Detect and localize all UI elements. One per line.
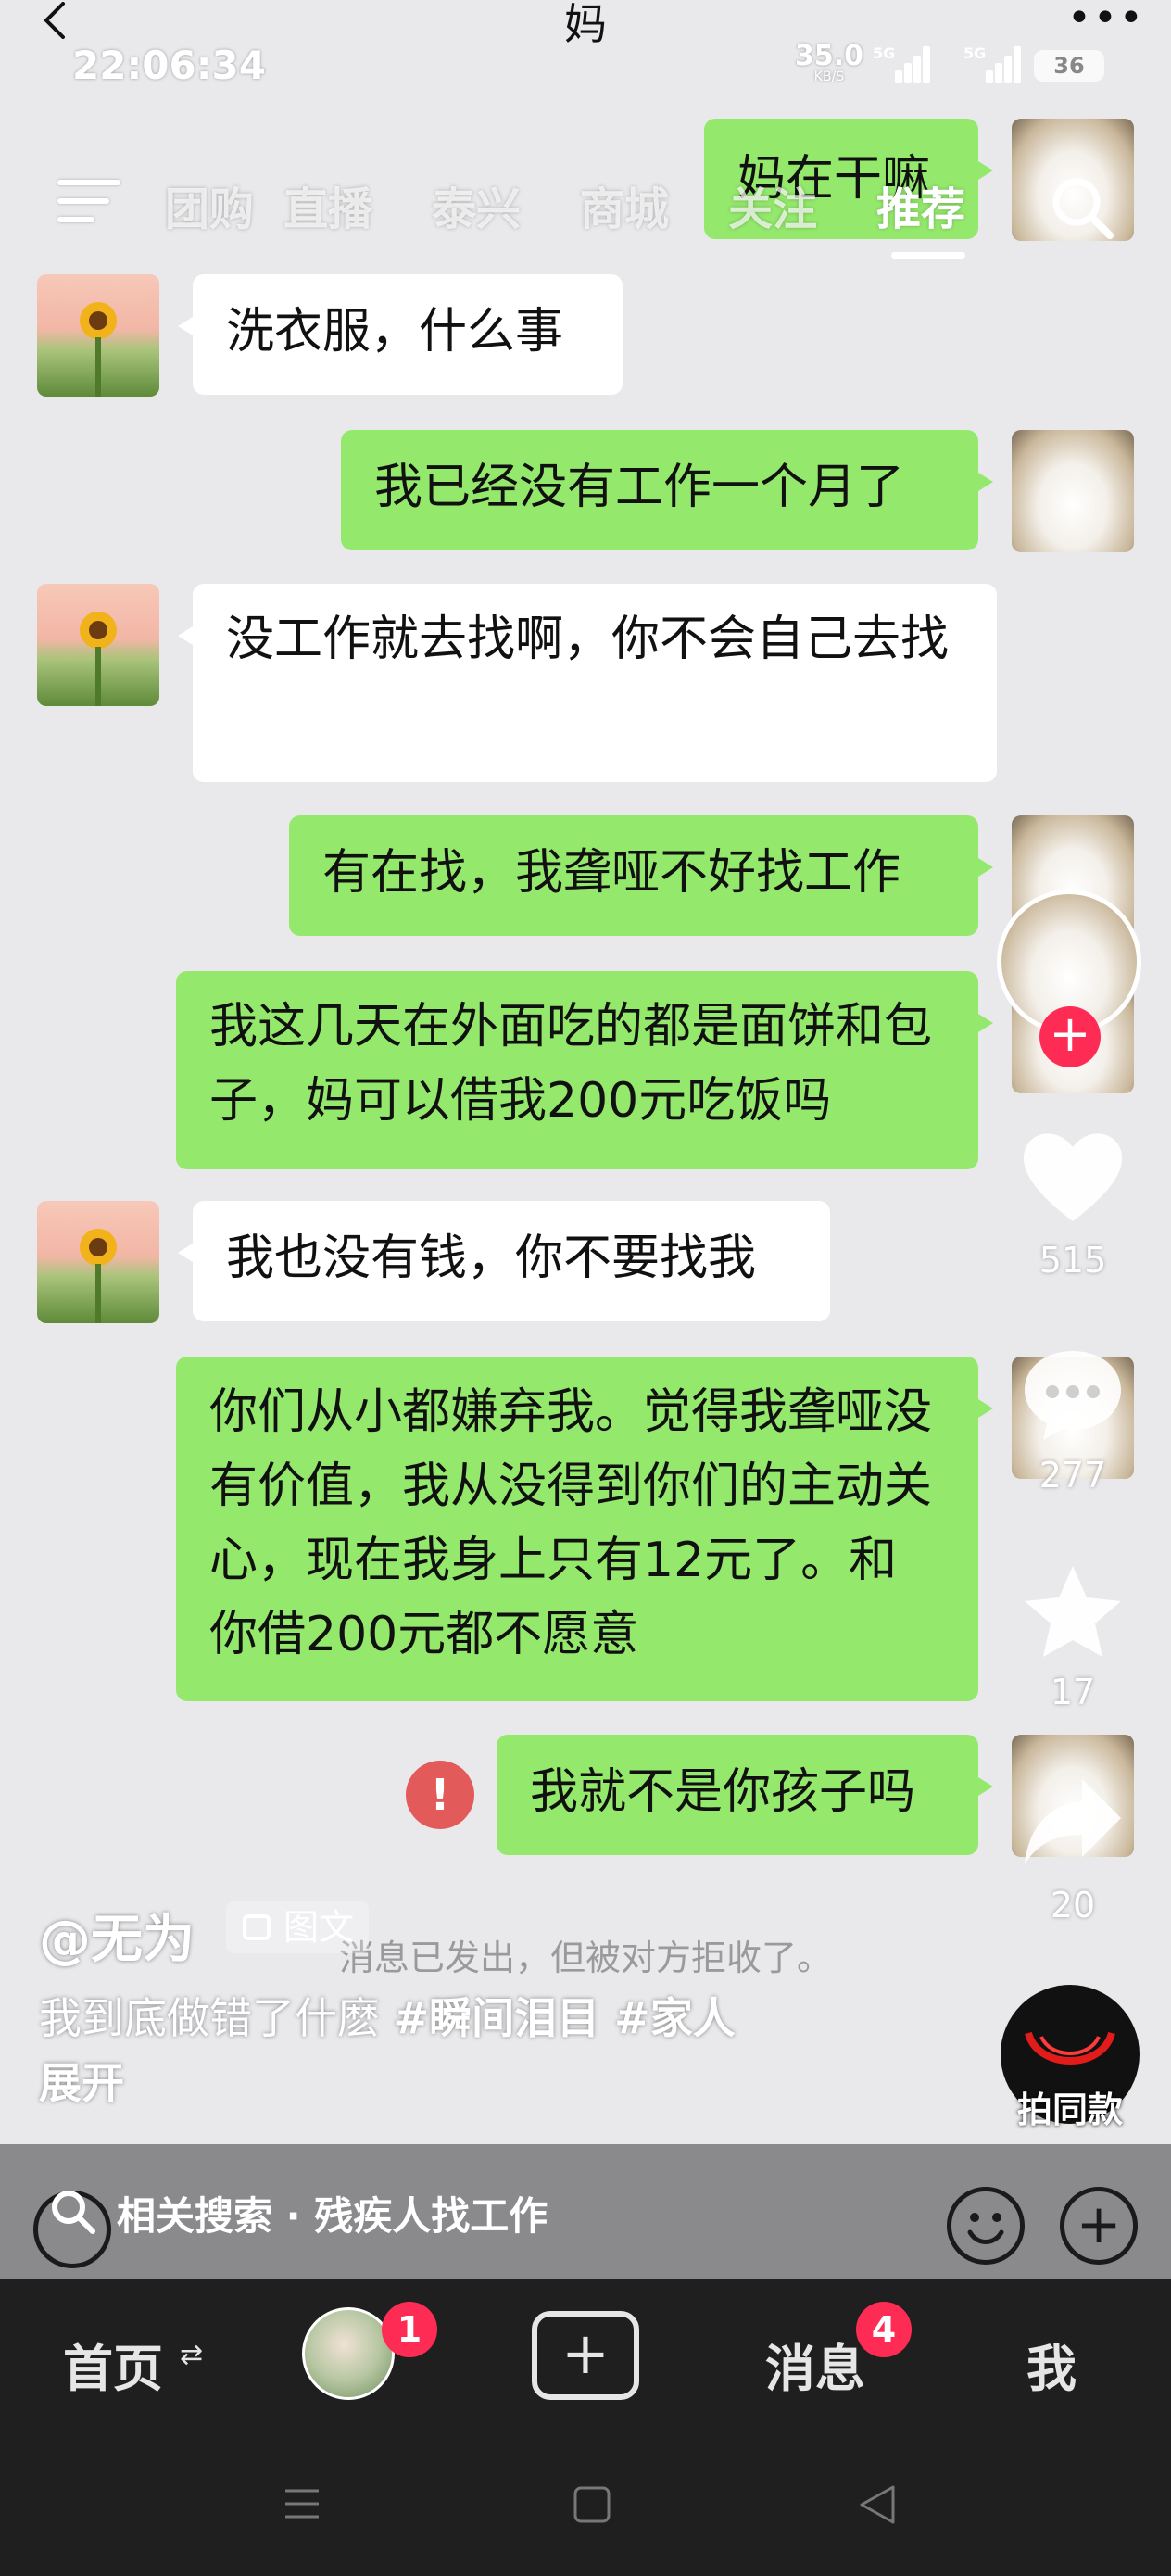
tab-recommend[interactable]: 推荐 xyxy=(876,172,965,237)
message-bubble-mine: 有在找，我聋哑不好找工作 xyxy=(289,815,993,936)
tab-home[interactable]: 首页 xyxy=(63,2328,163,2401)
tab-messages[interactable]: 消息 xyxy=(765,2328,865,2401)
chat-title: 妈 xyxy=(564,0,607,49)
mom-avatar xyxy=(37,584,159,706)
post-type-badge: 图文 xyxy=(226,1901,370,1953)
tab-mall[interactable]: 商城 xyxy=(580,172,669,237)
heart-icon[interactable] xyxy=(1017,1125,1128,1227)
post-caption: 我到底做错了什麽 #瞬间泪目 #家人 xyxy=(39,1985,736,2046)
net-speed: 35.0 KB/S xyxy=(794,40,864,84)
tab-group-buy[interactable]: 团购 xyxy=(165,172,254,237)
chevron-left-icon xyxy=(44,2,65,39)
plus-icon: + xyxy=(561,2319,610,2387)
expand-caption-button[interactable]: 展开 xyxy=(39,2050,124,2111)
image-text-icon xyxy=(243,1914,271,1940)
caption-text: 我到底做错了什麽 xyxy=(39,1993,394,2043)
message-bubble-mom: 洗衣服，什么事 xyxy=(178,274,623,395)
mom-avatar xyxy=(37,274,159,397)
create-button[interactable]: + xyxy=(532,2311,639,2400)
message-bubble-mine: 我已经没有工作一个月了 xyxy=(341,430,993,550)
tab-friends-avatar[interactable] xyxy=(302,2307,395,2400)
active-tab-indicator xyxy=(891,252,965,259)
comment-count: 277 xyxy=(1039,1455,1107,1496)
favorite-count: 17 xyxy=(1050,1672,1096,1712)
mom-avatar xyxy=(37,1201,159,1323)
status-time: 22:06:34 xyxy=(72,43,266,88)
signal-icon: 5G xyxy=(873,43,932,83)
my-avatar xyxy=(1012,430,1134,552)
message-bubble-mine: 我这几天在外面吃的都是面饼和包子，妈可以借我200元吃饭吗 xyxy=(176,971,993,1169)
tab-local[interactable]: 泰兴 xyxy=(432,172,521,237)
search-icon[interactable] xyxy=(1047,172,1117,243)
emoji-icon xyxy=(947,2187,1025,2265)
message-bubble-mom: 没工作就去找啊，你不会自己去找 xyxy=(178,584,997,782)
author-name[interactable]: @无为 xyxy=(39,1898,195,1973)
battery-icon: 36 xyxy=(1034,50,1104,82)
send-failed-icon: ! xyxy=(406,1761,474,1829)
message-bubble-mom: 我也没有钱，你不要找我 xyxy=(178,1201,830,1321)
menu-icon[interactable] xyxy=(57,176,120,226)
follow-button[interactable]: + xyxy=(1039,1006,1101,1067)
recent-apps-icon[interactable] xyxy=(282,2483,322,2524)
message-bubble-mine: 我就不是你孩子吗 xyxy=(497,1735,993,1855)
more-icon: ••• xyxy=(1067,0,1145,42)
related-search-text[interactable]: 相关搜索 · 残疾人找工作 xyxy=(117,2185,548,2241)
messages-badge: 4 xyxy=(856,2302,912,2357)
tab-following[interactable]: 关注 xyxy=(728,172,817,237)
switch-arrows-icon[interactable]: ⇄ xyxy=(180,2339,203,2371)
tab-live[interactable]: 直播 xyxy=(283,172,372,237)
share-count: 20 xyxy=(1050,1885,1096,1926)
plus-icon: + xyxy=(1060,2187,1138,2265)
home-icon[interactable] xyxy=(573,2485,611,2524)
hashtag-link[interactable]: #家人 xyxy=(599,1993,736,2043)
star-icon[interactable] xyxy=(1017,1560,1128,1662)
tab-me[interactable]: 我 xyxy=(1026,2328,1077,2401)
video-screen[interactable]: 妈 ••• 22:06:34 35.0 KB/S 5G 5G 36 妈在干嘛 团… xyxy=(0,0,1171,2279)
search-icon xyxy=(52,2191,95,2234)
signal-icon: 5G xyxy=(963,43,1023,83)
like-count: 515 xyxy=(1039,1240,1107,1281)
message-bubble-mine: 你们从小都嫌弃我。觉得我聋哑没有价值，我从没得到你们的主动关心，现在我身上只有1… xyxy=(176,1357,993,1701)
back-icon[interactable] xyxy=(856,2483,899,2526)
share-icon[interactable] xyxy=(1017,1770,1128,1872)
friends-badge: 1 xyxy=(382,2302,437,2357)
same-style-label: 拍同款 xyxy=(1016,2090,1123,2130)
hashtag-link[interactable]: #瞬间泪目 xyxy=(394,1993,600,2043)
comment-icon[interactable] xyxy=(1017,1344,1128,1446)
